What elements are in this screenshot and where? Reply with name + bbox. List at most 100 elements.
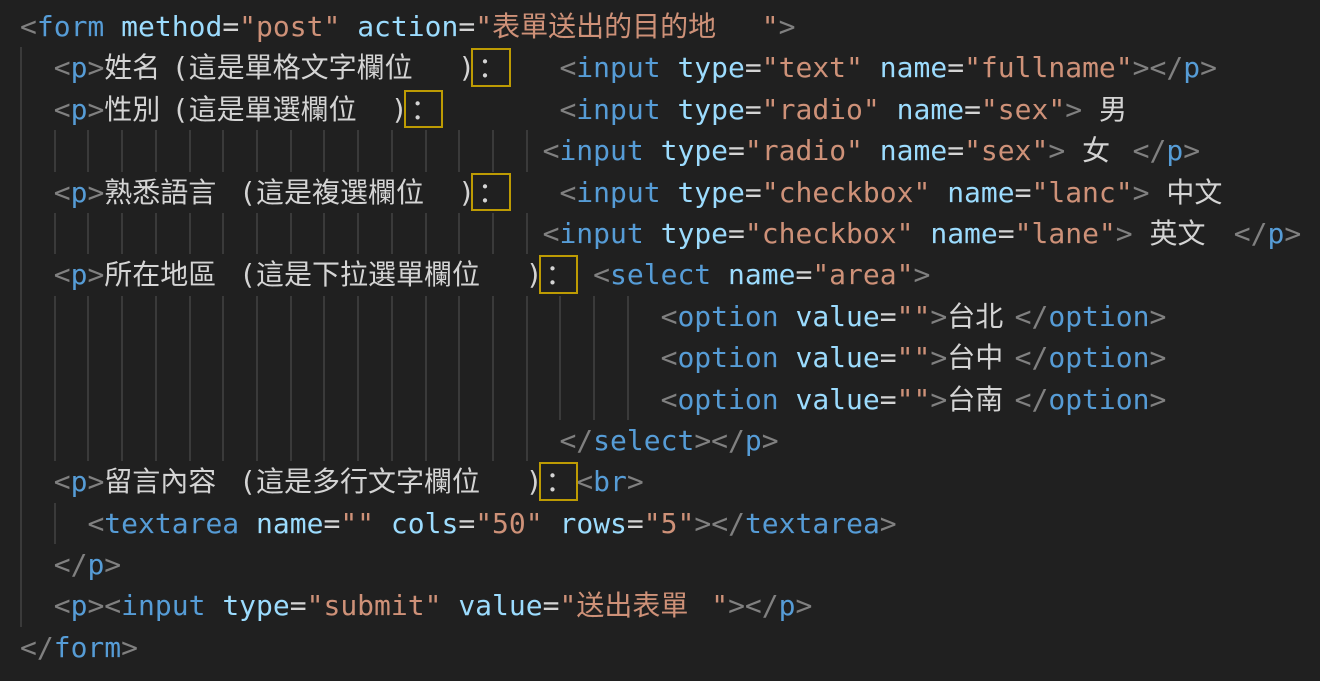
code-token <box>779 341 796 374</box>
indent-guide <box>222 420 224 461</box>
indent-guide <box>425 296 427 337</box>
code-token: type <box>661 217 728 250</box>
code-token: "" <box>897 383 931 416</box>
code-token: = <box>880 300 897 333</box>
code-token: p <box>71 589 88 622</box>
code-token <box>661 176 678 209</box>
indent-guide <box>323 420 325 461</box>
indent-guide <box>458 420 460 461</box>
indent-guide <box>492 337 494 378</box>
code-token: = <box>947 51 964 84</box>
indent-guide <box>189 379 191 420</box>
indent-guide <box>20 89 22 130</box>
code-token: p <box>1183 51 1200 84</box>
code-token: > <box>87 465 104 498</box>
code-token: > <box>1284 217 1301 250</box>
code-token: > <box>762 424 779 457</box>
code-token: = <box>728 217 745 250</box>
code-token: < <box>661 300 678 333</box>
code-token: "radio" <box>745 134 863 167</box>
code-token: 姓名 <box>104 47 171 88</box>
code-token: = <box>627 507 644 540</box>
code-token: < <box>543 217 560 250</box>
code-token: option <box>1048 300 1149 333</box>
code-token: p <box>71 258 88 291</box>
indent-guide <box>290 296 292 337</box>
code-token: 台南 <box>947 379 1014 420</box>
code-token <box>509 176 560 209</box>
code-line: </form> <box>20 627 1320 668</box>
code-token: "submit" <box>307 589 442 622</box>
code-token: </ <box>1133 134 1167 167</box>
code-token: type <box>677 93 744 126</box>
code-editor[interactable]: <form method="post" action="表單送出的目的地"> <… <box>0 0 1320 681</box>
code-token: option <box>1048 341 1149 374</box>
indent-guide <box>155 379 157 420</box>
code-token: method <box>121 10 222 43</box>
code-token <box>661 51 678 84</box>
code-token: "sex" <box>964 134 1048 167</box>
indent-guide <box>20 296 22 337</box>
code-token: < <box>661 383 678 416</box>
code-token: > <box>1183 134 1200 167</box>
code-token: = <box>323 507 340 540</box>
code-line: <input type="checkbox" name="lane"> 英文 <… <box>20 213 1320 254</box>
code-token <box>779 300 796 333</box>
indent-guide <box>54 379 56 420</box>
code-line: <p>留言內容(這是多行文字欄位)：<br> <box>20 461 1320 502</box>
code-token: value <box>795 383 879 416</box>
code-token <box>1116 134 1133 167</box>
code-token: > <box>87 93 104 126</box>
indent-guide <box>256 296 258 337</box>
code-token: input <box>576 51 660 84</box>
indent-guide <box>20 213 22 254</box>
indent-guide <box>627 337 629 378</box>
code-token: input <box>576 176 660 209</box>
indent-guide <box>87 337 89 378</box>
indent-guide <box>357 130 359 171</box>
code-token: p <box>71 465 88 498</box>
code-token <box>1150 176 1167 209</box>
indent-guide <box>54 503 56 544</box>
code-token: </ <box>711 507 745 540</box>
code-token: = <box>1015 176 1032 209</box>
code-token: 熟悉語言 <box>104 172 239 213</box>
code-token <box>661 93 678 126</box>
indent-guide <box>222 296 224 337</box>
code-token: p <box>1166 134 1183 167</box>
indent-guide <box>357 213 359 254</box>
code-token: > <box>930 383 947 416</box>
code-token: = <box>458 10 475 43</box>
indent-guide <box>54 213 56 254</box>
code-token: ) <box>526 465 543 498</box>
code-token: </ <box>1015 383 1049 416</box>
indent-guide <box>20 544 22 585</box>
code-token: 這是單格文字欄位 <box>189 47 459 88</box>
unicode-highlight-box: ： <box>543 254 577 295</box>
indent-guide <box>20 503 22 544</box>
code-token: </ <box>745 589 779 622</box>
code-token: p <box>71 176 88 209</box>
indent-guide <box>256 337 258 378</box>
indent-guide <box>357 337 359 378</box>
code-token: > <box>930 300 947 333</box>
code-line: </select></p> <box>20 420 1320 461</box>
code-token: > <box>87 258 104 291</box>
indent-guide <box>155 296 157 337</box>
code-token: < <box>54 258 71 291</box>
code-token: </ <box>1150 51 1184 84</box>
indent-guide <box>492 213 494 254</box>
indent-guide <box>20 379 22 420</box>
indent-guide <box>189 130 191 171</box>
indent-guide <box>256 130 258 171</box>
indent-guide <box>189 213 191 254</box>
code-token: > <box>1133 51 1150 84</box>
code-token: < <box>87 507 104 540</box>
code-token: 性別 <box>104 89 171 130</box>
code-token: 這是單選欄位 <box>189 89 391 130</box>
code-token: < <box>559 51 576 84</box>
code-token: name <box>930 217 997 250</box>
code-token: "text" <box>762 51 863 84</box>
code-token: </ <box>711 424 745 457</box>
indent-guide <box>290 420 292 461</box>
